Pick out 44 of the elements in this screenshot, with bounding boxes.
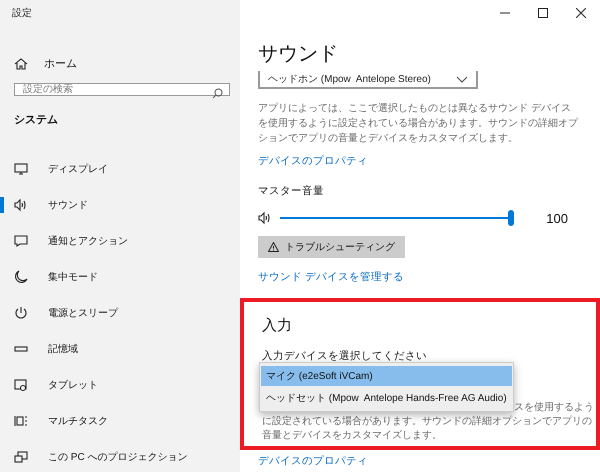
slider-thumb[interactable] (508, 210, 514, 226)
maximize-icon[interactable] (538, 8, 548, 18)
sidebar-item[interactable]: サウンド (0, 187, 240, 223)
home-icon (14, 56, 28, 70)
sidebar-item[interactable]: ディスプレイ (0, 151, 240, 187)
section-title: 入力 (262, 316, 293, 335)
close-icon[interactable] (576, 8, 586, 18)
multitask-icon (14, 414, 28, 428)
sidebar-item[interactable]: 電源とスリープ (0, 295, 240, 331)
sidebar-item[interactable]: タブレット (0, 367, 240, 403)
monitor-icon (14, 162, 28, 176)
volume-reading: 100 (546, 210, 568, 226)
section-heading: システム (14, 113, 59, 127)
note-line: スを使用するよう (514, 401, 594, 415)
power-icon (14, 306, 28, 320)
moon-icon (14, 270, 28, 284)
sidebar-item[interactable]: 集中モード (0, 259, 240, 295)
output-note: アプリによっては、ここで選択したものとは異なるサウンド デバイスを使用するように設定されている場合があります。サウンドの詳細オプションでアプリの音量とデバイスをカスタマイズします。 (258, 102, 580, 146)
input-note: に設定されている場合があります。サウンドの詳細オプションでアプリの音量とデバイスをカスタマイズします。 (262, 415, 592, 443)
manage-devices-link[interactable]: サウンド デバイスを管理する (258, 270, 404, 284)
troubleshoot-button[interactable]: トラブルシューティング (258, 236, 405, 258)
input-device-label: 入力デバイスを選択してください (262, 349, 428, 363)
device-properties-link[interactable]: デバイスのプロパティ (258, 154, 368, 168)
speaker-icon (258, 211, 272, 225)
warning-icon (268, 242, 279, 252)
chevron-icon (456, 76, 468, 82)
tablet-icon (14, 378, 28, 392)
volume-label: マスター音量 (258, 184, 325, 198)
sidebar-item[interactable]: マルチタスク (0, 403, 240, 439)
search-icon (212, 88, 223, 99)
output-device-dropdown[interactable]: ヘッドホン (Mpow Antelope Stereo) (258, 71, 478, 89)
projection-icon (14, 450, 28, 464)
dropdown-option[interactable]: ヘッドセット (Mpow Antelope Hands-Free AG Audio) (261, 388, 512, 408)
device-properties-link[interactable]: デバイスのプロパティ (258, 454, 368, 468)
speaker-icon (14, 198, 28, 212)
page-title: サウンド (258, 42, 339, 67)
sidebar-item[interactable]: 通知とアクション (0, 223, 240, 259)
dropdown-option[interactable]: マイク (e2eSoft iVCam) (261, 366, 512, 386)
sidebar-item[interactable]: この PC へのプロジェクション (0, 439, 240, 472)
home-link[interactable]: ホーム (14, 56, 240, 71)
message-icon (14, 234, 28, 248)
sidebar-item[interactable]: 記憶域 (0, 331, 240, 367)
volume-slider[interactable] (280, 210, 512, 226)
window-title: 設定 (12, 6, 33, 20)
